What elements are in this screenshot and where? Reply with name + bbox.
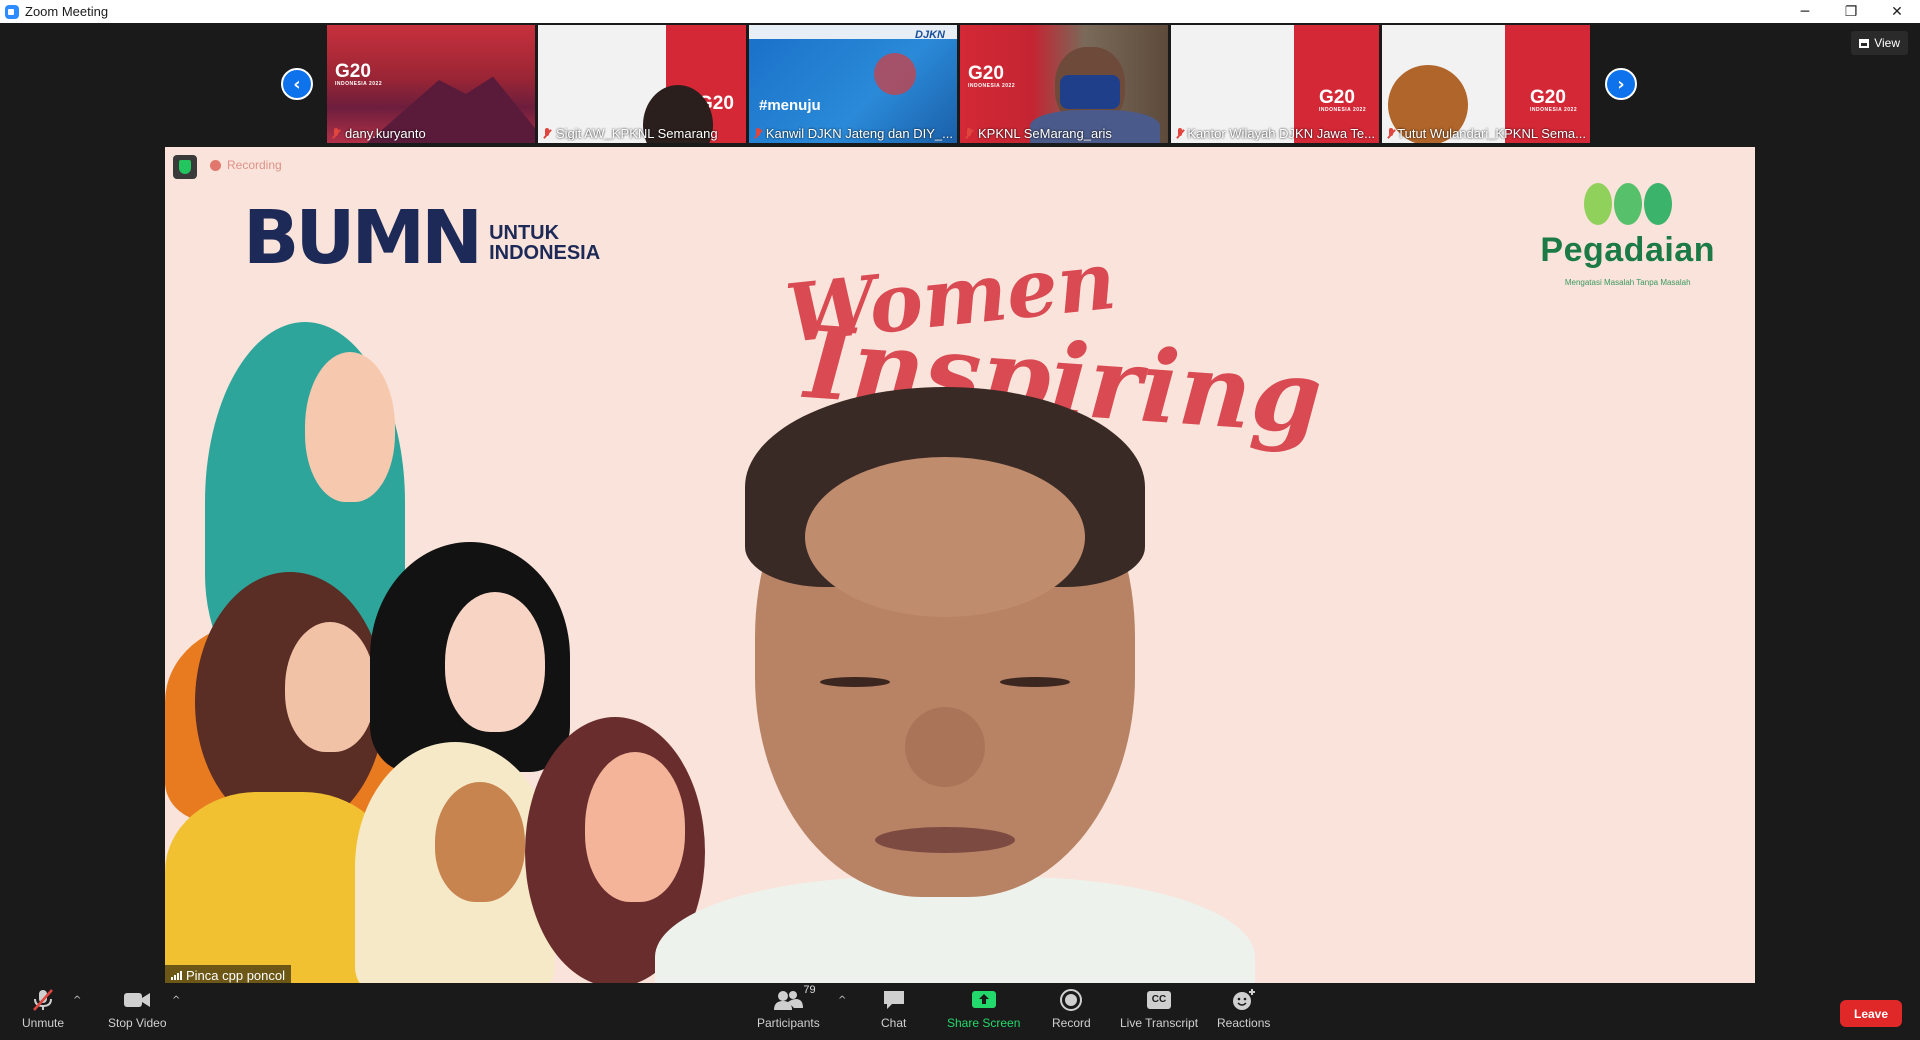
view-label: View [1874, 36, 1900, 50]
unmute-button[interactable]: Unmute [22, 988, 64, 1030]
participant-name: Kantor Wilayah DJKN Jawa Te... [1175, 126, 1375, 141]
bumn-logo: BUMN UNTUK INDONESIA [243, 195, 601, 281]
video-options-caret[interactable]: ^ [172, 995, 180, 1006]
g20-logo: G20 INDONESIA 2022 [335, 61, 383, 87]
participant-name: dany.kuryanto [331, 126, 426, 141]
share-screen-button[interactable]: Share Screen [947, 988, 1020, 1030]
participant-name: Kanwil DJKN Jateng dan DIY_... [753, 126, 953, 141]
meeting-area: ‹ G20 INDONESIA 2022 dany.kuryanto G20 S… [0, 23, 1920, 985]
pegadaian-emblem-icon [1540, 183, 1715, 225]
recording-dot-icon [210, 159, 221, 171]
participant-tile[interactable]: G20 INDONESIA 2022 KPKNL SeMarang_aris [960, 25, 1168, 143]
g20-logo: G20 INDONESIA 2022 [968, 63, 1016, 89]
gallery-prev-button[interactable]: ‹ [281, 68, 313, 100]
participant-name: KPKNL SeMarang_aris [964, 126, 1112, 141]
share-screen-icon [971, 988, 997, 1012]
audio-options-caret[interactable]: ^ [73, 995, 81, 1006]
active-speaker-video: BUMN UNTUK INDONESIA Pegadaian Mengatasi… [165, 147, 1755, 985]
participant-tile[interactable]: G20 Sigit AW_KPKNL Semarang [538, 25, 746, 143]
participant-tile[interactable]: G20 INDONESIA 2022 Kantor Wilayah DJKN J… [1171, 25, 1379, 143]
participants-button[interactable]: 79 Participants [757, 984, 820, 1030]
meeting-toolbar: Unmute ^ Stop Video ^ 79 Participants ^ … [0, 983, 1920, 1040]
record-button[interactable]: Record [1052, 988, 1091, 1030]
title-bar: Zoom Meeting ─ ❐ ✕ [0, 0, 1920, 23]
reactions-button[interactable]: Reactions [1217, 988, 1270, 1030]
chat-bubble-icon [882, 988, 906, 1012]
closed-caption-icon: CC [1147, 988, 1172, 1012]
record-icon [1059, 988, 1083, 1012]
mic-muted-icon [542, 127, 552, 140]
restore-button[interactable]: ❐ [1828, 0, 1874, 23]
djkn-logo: DJKN [915, 29, 945, 41]
participants-count: 79 [803, 984, 816, 996]
window-title: Zoom Meeting [25, 4, 109, 19]
gallery-strip: G20 INDONESIA 2022 dany.kuryanto G20 Sig… [327, 25, 1590, 145]
leave-button[interactable]: Leave [1840, 1000, 1902, 1027]
participant-tile[interactable]: G20 INDONESIA 2022 dany.kuryanto [327, 25, 535, 143]
smiley-icon [1231, 988, 1257, 1012]
presenter-video [655, 387, 1255, 985]
women-illustration [165, 322, 785, 985]
g20-logo: G20 INDONESIA 2022 [1319, 87, 1367, 113]
zoom-app-icon [5, 4, 19, 19]
pegadaian-tagline: Mengatasi Masalah Tanpa Masalah [1564, 278, 1691, 287]
recording-label: Recording [227, 158, 282, 172]
close-button[interactable]: ✕ [1874, 0, 1920, 23]
pegadaian-name: Pegadaian [1540, 231, 1715, 269]
mic-muted-icon [1175, 127, 1183, 140]
participant-name: Tutut Wulandari_KPKNL Sema... [1386, 126, 1586, 141]
mic-muted-icon [331, 127, 341, 140]
participant-name: Sigit AW_KPKNL Semarang [542, 126, 718, 141]
participant-tile[interactable]: DJKN #menuju Kanwil DJKN Jateng dan DIY_… [749, 25, 957, 143]
view-button[interactable]: View [1851, 31, 1908, 55]
gallery-next-button[interactable]: › [1605, 68, 1637, 100]
participants-icon: 79 [773, 984, 816, 1012]
bumn-sub-line2: INDONESIA [489, 242, 601, 264]
campaign-text: #menuju [759, 97, 821, 114]
participants-options-caret[interactable]: ^ [838, 995, 846, 1006]
stop-video-button[interactable]: Stop Video [108, 988, 167, 1030]
chat-button[interactable]: Chat [881, 988, 906, 1030]
g20-logo: G20 INDONESIA 2022 [1530, 87, 1578, 113]
participant-tile[interactable]: G20 INDONESIA 2022 Tutut Wulandari_KPKNL… [1382, 25, 1590, 143]
security-shield-icon[interactable] [173, 155, 197, 179]
mic-muted-icon [1386, 127, 1394, 140]
grid-view-icon [1859, 38, 1870, 48]
mic-muted-icon [753, 127, 762, 140]
mic-muted-icon [964, 127, 974, 140]
bumn-sub-line1: UNTUK [489, 222, 560, 244]
video-camera-icon [123, 988, 151, 1012]
recording-indicator: Recording [210, 158, 282, 172]
live-transcript-button[interactable]: CC Live Transcript [1120, 988, 1198, 1030]
minimize-button[interactable]: ─ [1782, 0, 1828, 23]
speaker-name-label: Pinca cpp poncol [165, 965, 292, 985]
mic-muted-icon [30, 988, 56, 1012]
signal-strength-icon [171, 970, 182, 980]
pegadaian-logo: Pegadaian Mengatasi Masalah Tanpa Masala… [1540, 183, 1715, 287]
